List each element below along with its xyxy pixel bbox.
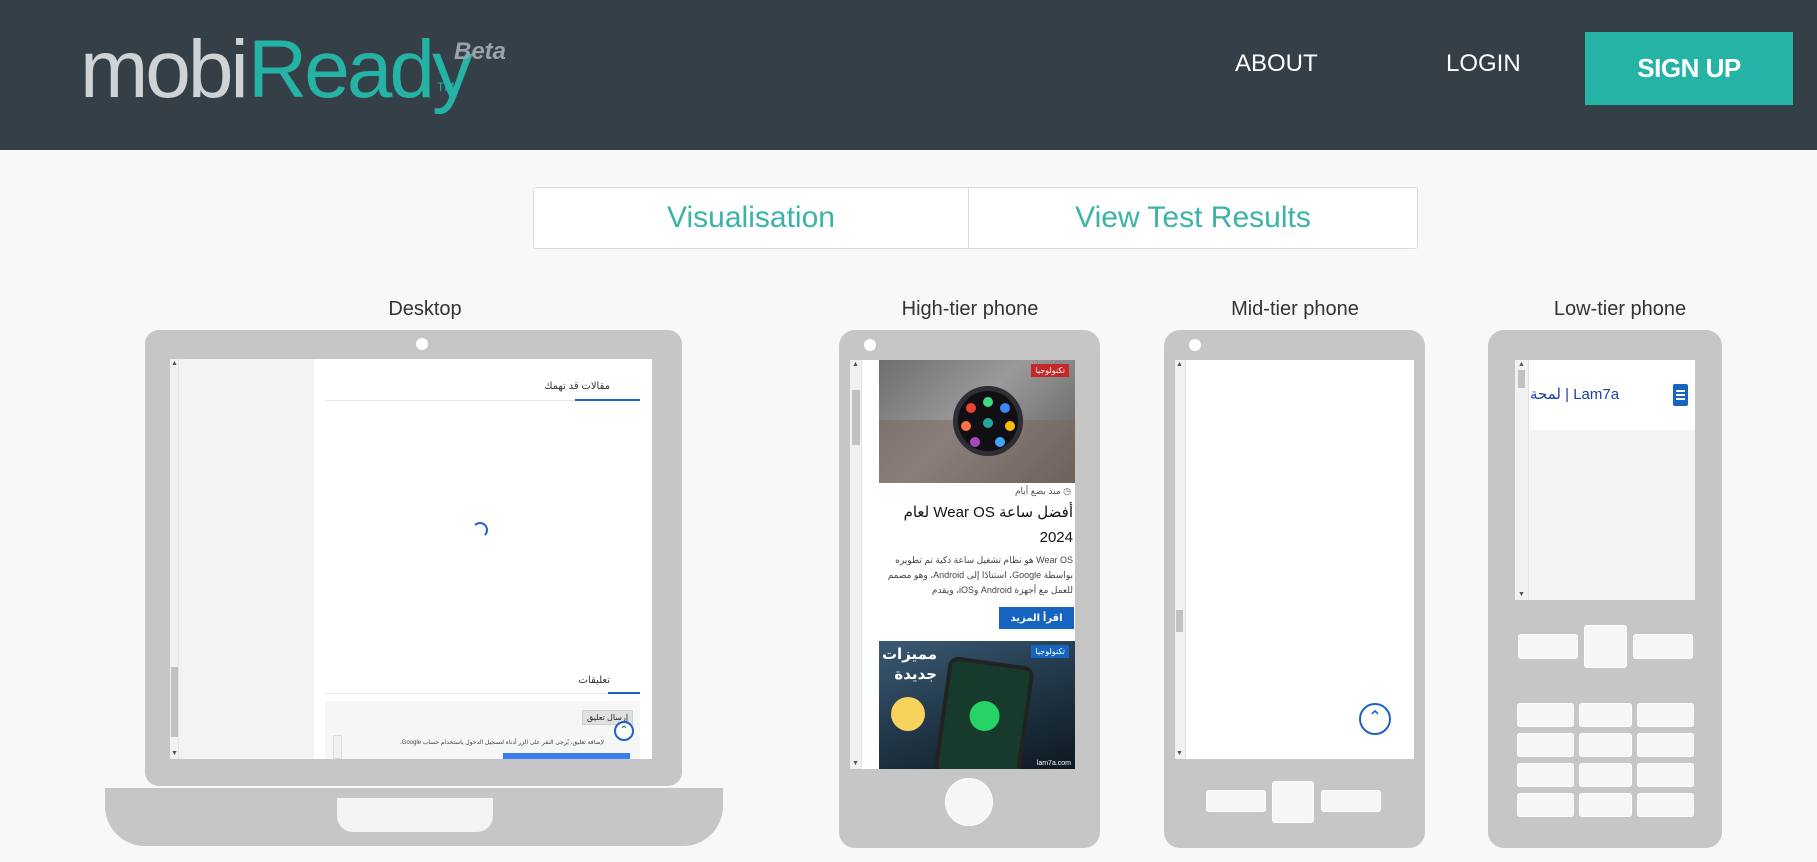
keypad-key — [1517, 703, 1574, 727]
scroll-down-arrow-icon[interactable]: ▼ — [1176, 750, 1183, 758]
keypad-key — [1637, 703, 1694, 727]
logo-trademark: TM — [437, 80, 455, 94]
image-overlay-text: مميزات جديدة — [881, 646, 937, 683]
low-tier-right-key — [1633, 634, 1693, 659]
scroll-down-arrow-icon[interactable]: ▼ — [1518, 591, 1525, 599]
scroll-up-arrow-icon[interactable]: ▲ — [171, 360, 178, 368]
site-title[interactable]: لمحة | Lam7a — [1530, 385, 1619, 403]
mid-tier-right-key — [1321, 790, 1381, 812]
high-tier-title: High-tier phone — [901, 298, 1039, 320]
phone-graphic — [933, 655, 1035, 769]
article-date: ◷ منذ بضع أيام — [1014, 486, 1071, 496]
mid-tier-center-key — [1272, 781, 1314, 823]
keypad-key — [1579, 703, 1632, 727]
keypad-key — [1579, 763, 1632, 787]
signup-button[interactable]: SIGN UP — [1585, 32, 1793, 105]
related-articles-heading: مقالات قد تهمك — [544, 381, 610, 392]
comments-underline — [608, 692, 640, 694]
keypad-key — [1579, 793, 1632, 817]
tab-visualisation[interactable]: Visualisation — [534, 188, 969, 248]
comment-login-note: لإضافة تعليق، يُرجى النقر على الزر أدناه… — [400, 740, 605, 746]
laptop-trackpad-notch — [337, 798, 493, 832]
keypad-key — [1637, 763, 1694, 787]
chevron-up-icon[interactable]: ⌃ — [614, 721, 634, 741]
scroll-up-arrow-icon[interactable]: ▲ — [1176, 361, 1183, 369]
article-title[interactable]: أفضل ساعة Wear OS لعام 2024 — [879, 500, 1073, 550]
top-header: mobi Ready TM Beta ABOUT LOGIN SIGN UP — [0, 0, 1817, 150]
article-excerpt: Wear OS هو نظام تشغيل ساعة ذكية تم تطوير… — [887, 555, 1073, 595]
high-tier-scrollbar[interactable]: ▲ ▼ — [850, 360, 862, 769]
chevron-up-icon[interactable]: ⌃ — [1359, 703, 1391, 735]
keypad-key — [1517, 763, 1574, 787]
laptop-camera — [416, 338, 428, 350]
keypad-key — [1517, 793, 1574, 817]
high-tier-camera — [864, 339, 876, 351]
high-tier-preview-screen: ▲ ▼ تكنولوجيا ◷ منذ بضع أيام أفضل ساعة W… — [850, 360, 1075, 769]
logo-mobi-text: mobi — [80, 24, 249, 115]
desktop-title: Desktop — [388, 298, 462, 320]
desktop-preview-screen: ▲ ▼ مقالات قد تهمك تعليقات إرسال تعليق ⌃… — [170, 359, 652, 759]
mid-tier-preview-screen: ▲ ▼ ⌃ — [1175, 360, 1414, 759]
site-body — [1529, 430, 1695, 600]
scroll-up-arrow-icon[interactable]: ▲ — [1518, 361, 1525, 369]
view-tabs: Visualisation View Test Results — [533, 187, 1418, 249]
whatsapp-logo-icon — [967, 699, 1002, 733]
comment-scrollbar[interactable] — [333, 735, 342, 759]
low-tier-scrollbar[interactable]: ▲ ▼ — [1515, 360, 1529, 600]
whatsapp-article-image[interactable]: مميزات جديدة تكنولوجيا lam7a.com — [879, 641, 1075, 769]
category-badge[interactable]: تكنولوجيا — [1031, 364, 1069, 377]
low-tier-preview-screen: ▲ ▼ لمحة | Lam7a — [1515, 360, 1695, 600]
loading-spinner-icon — [472, 522, 488, 538]
scroll-down-arrow-icon[interactable]: ▼ — [171, 750, 178, 758]
scroll-thumb[interactable] — [1176, 610, 1183, 632]
image-watermark: lam7a.com — [1036, 760, 1071, 767]
thinking-emoji-icon — [891, 697, 925, 731]
mid-tier-scrollbar[interactable]: ▲ ▼ — [1175, 360, 1186, 759]
smartwatch-graphic — [953, 386, 1023, 456]
logo-ready-text: Ready — [248, 24, 473, 115]
scroll-up-arrow-icon[interactable]: ▲ — [852, 361, 859, 369]
mid-tier-camera — [1189, 339, 1201, 351]
scroll-thumb[interactable] — [1518, 370, 1525, 388]
low-tier-left-key — [1518, 634, 1578, 659]
scroll-down-arrow-icon[interactable]: ▼ — [852, 760, 859, 768]
low-tier-title: Low-tier phone — [1553, 298, 1687, 320]
smartwatch-article-image[interactable]: تكنولوجيا — [879, 360, 1075, 483]
logo-beta-label: Beta — [454, 38, 507, 65]
desktop-preview-sidebar — [170, 359, 314, 759]
scroll-thumb[interactable] — [171, 667, 178, 737]
comments-heading: تعليقات — [578, 675, 610, 686]
keypad-key — [1579, 733, 1632, 757]
read-more-button[interactable]: اقرأ المزيد — [999, 607, 1074, 629]
keypad-key — [1517, 733, 1574, 757]
nav-login-link[interactable]: LOGIN — [1446, 50, 1521, 78]
desktop-scrollbar[interactable]: ▲ ▼ — [170, 359, 179, 759]
comments-divider — [325, 693, 640, 694]
nav-about-link[interactable]: ABOUT — [1235, 50, 1318, 78]
mid-tier-title: Mid-tier phone — [1231, 298, 1359, 320]
category-badge[interactable]: تكنولوجيا — [1031, 645, 1069, 658]
mid-tier-left-key — [1206, 790, 1266, 812]
low-tier-center-key — [1584, 625, 1627, 668]
google-login-button[interactable] — [503, 753, 630, 759]
heading-underline — [575, 399, 640, 401]
high-tier-home-button — [945, 778, 993, 826]
keypad-key — [1637, 793, 1694, 817]
tab-view-test-results[interactable]: View Test Results — [969, 188, 1417, 248]
hamburger-menu-icon[interactable] — [1673, 384, 1688, 406]
scroll-thumb[interactable] — [852, 390, 860, 445]
keypad-key — [1637, 733, 1694, 757]
